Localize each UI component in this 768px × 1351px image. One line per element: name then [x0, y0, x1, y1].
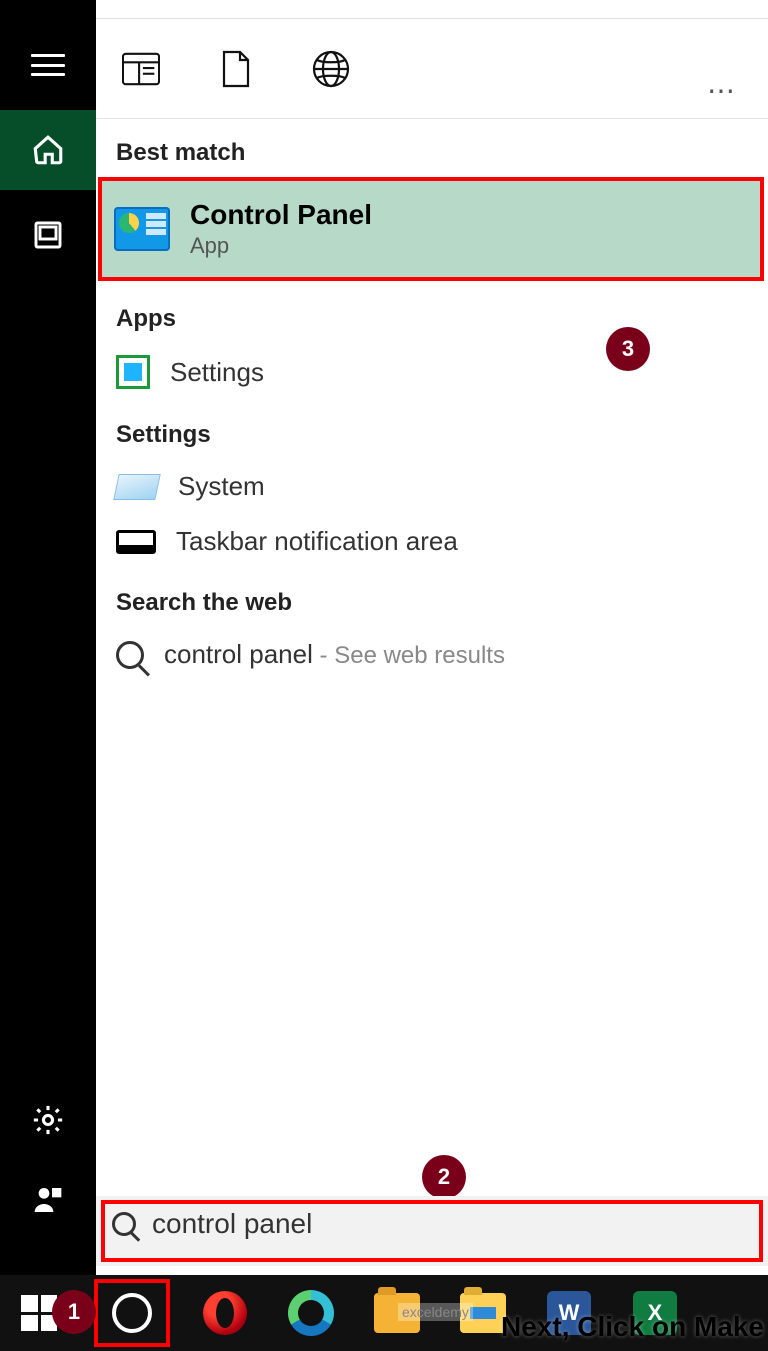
cortana-icon — [112, 1293, 152, 1333]
tab-web[interactable] — [311, 49, 351, 89]
section-best-match: Best match — [96, 119, 768, 177]
settings-result-taskbar[interactable]: Taskbar notification area — [96, 514, 768, 569]
search-box[interactable]: control panel — [96, 1196, 768, 1266]
rail-menu-button[interactable] — [0, 30, 96, 100]
person-icon — [32, 1184, 64, 1216]
callout-highlight-1 — [94, 1279, 170, 1347]
edge-icon — [288, 1290, 334, 1336]
settings-app-icon — [116, 355, 150, 389]
taskbar-app-file-explorer[interactable] — [452, 1282, 514, 1344]
apps-result-label: Settings — [170, 357, 264, 388]
taskbar-app-word[interactable]: W — [538, 1282, 600, 1344]
system-icon — [113, 474, 161, 500]
taskbar-app-edge[interactable] — [280, 1282, 342, 1344]
settings-result-label: Taskbar notification area — [176, 526, 458, 557]
section-apps: Apps — [96, 285, 768, 343]
windows-taskbar: W X — [0, 1275, 768, 1351]
control-panel-icon — [114, 207, 170, 251]
taskbar-area-icon — [116, 530, 156, 554]
search-icon — [116, 641, 144, 669]
tab-documents[interactable] — [216, 49, 256, 89]
callout-badge-2: 2 — [422, 1155, 466, 1199]
callout-badge-3: 3 — [606, 327, 650, 371]
excel-icon: X — [633, 1291, 677, 1335]
search-left-rail — [0, 0, 96, 1275]
photo-icon — [32, 219, 64, 251]
globe-icon — [312, 50, 350, 88]
hamburger-icon — [31, 54, 65, 76]
rail-home-button[interactable] — [0, 110, 96, 190]
web-result[interactable]: control panel - See web results — [96, 627, 768, 682]
rail-account-button[interactable] — [0, 1165, 96, 1235]
gear-icon — [31, 1103, 65, 1137]
search-icon — [112, 1212, 136, 1236]
word-icon: W — [547, 1291, 591, 1335]
search-results-panel: ⋯ Best match Control Panel App 3 Apps Se… — [96, 0, 768, 1275]
callout-highlight-3: Control Panel App — [98, 177, 764, 281]
callout-badge-1: 1 — [52, 1290, 96, 1334]
search-scope-tabs: ⋯ — [96, 19, 768, 119]
folder-icon — [374, 1293, 420, 1333]
best-match-result[interactable]: Control Panel App — [102, 181, 760, 277]
section-search-web: Search the web — [96, 569, 768, 627]
document-icon — [221, 50, 251, 88]
settings-result-system[interactable]: System — [96, 459, 768, 514]
opera-icon — [203, 1291, 247, 1335]
taskbar-app-opera[interactable] — [194, 1282, 256, 1344]
cortana-search-button[interactable] — [112, 1293, 152, 1333]
web-query-text: control panel — [164, 639, 313, 669]
section-settings: Settings — [96, 401, 768, 459]
taskbar-app-excel[interactable]: X — [624, 1282, 686, 1344]
rail-settings-button[interactable] — [0, 1085, 96, 1155]
taskbar-app-folder-1[interactable] — [366, 1282, 428, 1344]
best-match-title: Control Panel — [190, 199, 372, 231]
home-icon — [31, 133, 65, 167]
web-result-suffix: - See web results — [313, 642, 505, 669]
all-icon — [122, 52, 160, 86]
tab-more-button[interactable]: ⋯ — [707, 74, 738, 107]
tab-all[interactable] — [121, 49, 161, 89]
apps-result-settings[interactable]: Settings — [96, 343, 768, 401]
file-explorer-icon — [460, 1293, 506, 1333]
settings-result-label: System — [178, 471, 265, 502]
search-box-text: control panel — [152, 1208, 312, 1240]
rail-photos-button[interactable] — [0, 200, 96, 270]
best-match-subtitle: App — [190, 233, 372, 259]
